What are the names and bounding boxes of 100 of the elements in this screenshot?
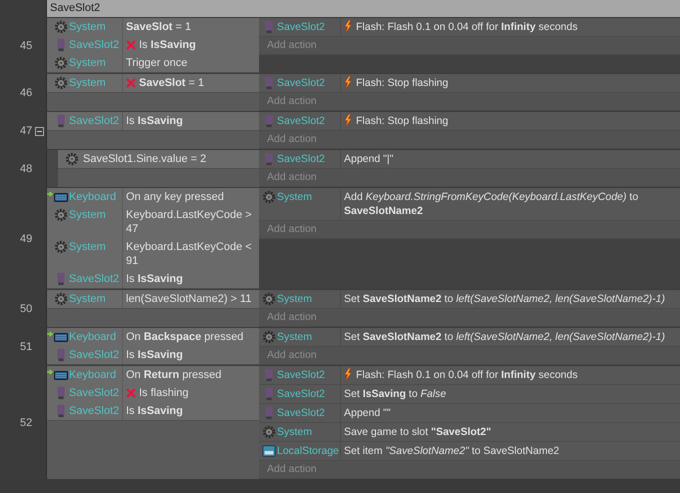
condition-row[interactable]: SaveSlot2 Is IsSaving xyxy=(47,112,259,130)
condition-row[interactable]: SaveSlot2 Is IsSaving xyxy=(47,346,259,364)
group-title[interactable]: SaveSlot2 xyxy=(47,0,680,17)
line-number: 47 xyxy=(20,124,32,136)
action-text: Append "|" xyxy=(344,152,394,166)
gear-icon xyxy=(54,292,68,306)
condition-row[interactable]: SaveSlot2 Is flashing xyxy=(47,384,259,402)
object-name: System xyxy=(69,76,106,90)
action-text: Flash: Stop flashing xyxy=(356,114,448,128)
condition-row[interactable]: System Keyboard.LastKeyCode < 91 xyxy=(47,238,259,270)
add-action-button[interactable]: Add action xyxy=(259,309,680,327)
condition-text: Is flashing xyxy=(139,386,189,400)
add-action-button[interactable]: Add action xyxy=(259,461,680,479)
action-row[interactable]: SaveSlot2 Flash: Flash 0.1 on 0.04 off for Infinity seconds xyxy=(259,18,680,37)
line-number: 46 xyxy=(20,86,32,98)
object-name: SaveSlot2 xyxy=(69,272,120,286)
condition-text: On Backspace pressed xyxy=(126,330,244,344)
add-action-button[interactable]: Add action xyxy=(259,37,680,55)
condition-row[interactable]: System SaveSlot = 1 xyxy=(47,18,259,36)
condition-row[interactable]: System Trigger once xyxy=(47,54,259,72)
condition-row[interactable]: SaveSlot2 Is IsSaving xyxy=(47,402,259,420)
action-row[interactable]: SaveSlot2 Flash: Stop flashing xyxy=(259,74,680,93)
condition-row[interactable]: SaveSlot2 Is IsSaving xyxy=(47,270,259,288)
action-row[interactable]: System Set SaveSlotName2 to left(SaveSlotName2, len(SaveSlotName2)-1) xyxy=(259,290,680,309)
gear-icon xyxy=(54,208,68,222)
condition-row[interactable]: Keyboard On any key pressed xyxy=(47,188,259,206)
gear-icon xyxy=(262,190,276,204)
object-name: SaveSlot2 xyxy=(277,20,325,34)
gear-icon xyxy=(54,76,68,90)
condition-text: Keyboard.LastKeyCode > 47 xyxy=(126,208,253,236)
object-name: LocalStorage xyxy=(277,444,339,458)
action-text: Flash: Flash 0.1 on 0.04 off for Infinity seconds xyxy=(356,20,578,34)
condition-row[interactable]: System Keyboard.LastKeyCode > 47 xyxy=(47,206,259,238)
object-name: SaveSlot2 xyxy=(277,387,325,401)
action-row[interactable]: SaveSlot2 Set IsSaving to False xyxy=(259,385,680,404)
gear-icon xyxy=(54,20,68,34)
object-name: System xyxy=(69,56,106,70)
gear-icon xyxy=(262,292,276,306)
action-text: Set SaveSlotName2 to left(SaveSlotName2, len(SaveSlotName2)-1) xyxy=(344,330,666,344)
keyboard-icon xyxy=(54,368,68,382)
line-number: 45 xyxy=(20,40,32,52)
condition-text: Is IsSaving xyxy=(126,348,183,362)
object-name: System xyxy=(69,20,106,34)
action-row[interactable]: System Set SaveSlotName2 to left(SaveSlotName2, len(SaveSlotName2)-1) xyxy=(259,328,680,347)
object-name: SaveSlot2 xyxy=(69,386,120,400)
action-text: Save game to slot "SaveSlot2" xyxy=(344,425,492,439)
object-name: System xyxy=(277,190,312,204)
object-name: SaveSlot2 xyxy=(277,406,325,420)
keyboard-icon xyxy=(54,330,68,344)
condition-text: len(SaveSlotName2) > 11 xyxy=(126,292,252,306)
action-text: Flash: Stop flashing xyxy=(356,76,448,90)
condition-row[interactable]: System len(SaveSlotName2) > 11 xyxy=(47,290,259,308)
object-name: System xyxy=(277,292,312,306)
condition-text: SaveSlot = 1 xyxy=(126,20,192,34)
condition-text: Is IsSaving xyxy=(139,38,196,52)
condition-row[interactable]: SaveSlot2 Is IsSaving xyxy=(47,36,259,54)
action-text: Set item "SaveSlotName2" to SaveSlotName2 xyxy=(344,444,560,458)
object-name: Keyboard xyxy=(69,330,116,344)
add-action-button[interactable]: Add action xyxy=(259,221,680,239)
object-name: System xyxy=(277,330,312,344)
object-name: Keyboard xyxy=(69,190,116,204)
action-row[interactable]: LocalStorage Set item "SaveSlotName2" to SaveSlotName2 xyxy=(259,442,680,461)
condition-row[interactable]: Keyboard On Backspace pressed xyxy=(47,328,259,346)
object-name: SaveSlot2 xyxy=(277,152,325,166)
action-text: Append "" xyxy=(344,406,391,420)
action-row[interactable]: System Save game to slot "SaveSlot2" xyxy=(259,423,680,442)
object-name: System xyxy=(277,425,312,439)
action-text: Set SaveSlotName2 to left(SaveSlotName2, len(SaveSlotName2)-1) xyxy=(344,292,666,306)
add-action-button[interactable]: Add action xyxy=(259,93,680,111)
gear-icon xyxy=(54,56,68,70)
gear-icon xyxy=(65,152,79,166)
action-text: Set IsSaving to False xyxy=(344,387,446,401)
condition-text: Is IsSaving xyxy=(126,404,183,418)
action-row[interactable]: SaveSlot2 Append "|" xyxy=(259,150,680,169)
action-row[interactable]: System Add Keyboard.StringFromKeyCode(Keyboard.LastKeyCode) to SaveSlotName2 xyxy=(259,188,680,221)
storage-icon xyxy=(262,444,276,458)
line-number: 52 xyxy=(20,416,32,428)
condition-row[interactable]: Keyboard On Return pressed xyxy=(47,366,259,384)
object-name: SaveSlot2 xyxy=(69,38,120,52)
add-action-button[interactable]: Add action xyxy=(259,169,680,187)
object-name: Keyboard xyxy=(69,368,116,382)
add-action-button[interactable]: Add action xyxy=(259,347,680,365)
condition-text: Is IsSaving xyxy=(126,114,183,128)
condition-text: SaveSlot1.Sine.value = 2 xyxy=(83,152,206,166)
condition-row[interactable]: System SaveSlot = 1 xyxy=(47,74,259,92)
add-action-button[interactable]: Add action xyxy=(259,131,680,149)
gear-icon xyxy=(262,425,276,439)
action-row[interactable]: SaveSlot2 Flash: Flash 0.1 on 0.04 off for Infinity seconds xyxy=(259,366,680,385)
object-name: System xyxy=(69,292,106,306)
gear-icon xyxy=(262,330,276,344)
action-row[interactable]: SaveSlot2 Flash: Stop flashing xyxy=(259,112,680,131)
collapse-icon[interactable] xyxy=(35,126,44,136)
action-row[interactable]: SaveSlot2 Append "" xyxy=(259,404,680,423)
object-name: System xyxy=(69,240,106,254)
line-number: 50 xyxy=(20,302,32,314)
object-name: SaveSlot2 xyxy=(69,404,120,418)
condition-text: Is IsSaving xyxy=(126,272,183,286)
condition-row[interactable]: SaveSlot1.Sine.value = 2 xyxy=(58,150,259,168)
action-text: Add Keyboard.StringFromKeyCode(Keyboard.LastKeyCode) to SaveSlotName2 xyxy=(344,190,640,218)
keyboard-icon xyxy=(54,190,68,204)
